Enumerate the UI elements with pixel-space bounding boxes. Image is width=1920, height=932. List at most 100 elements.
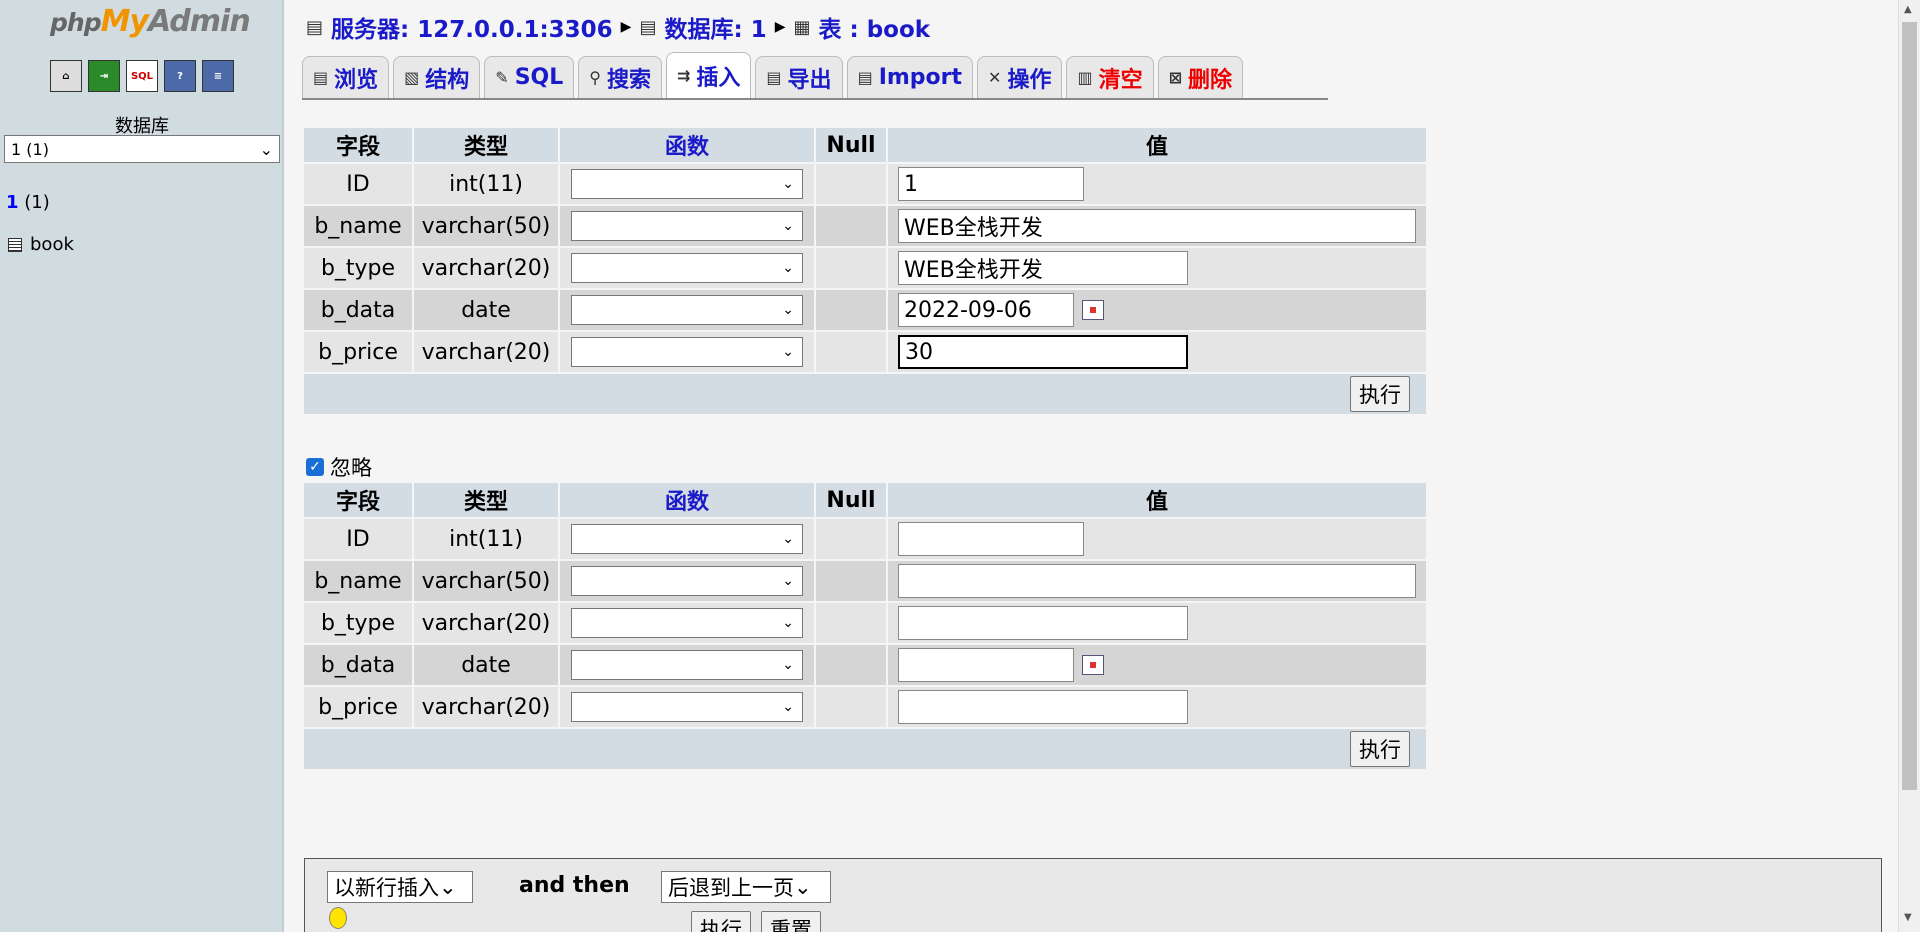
help-icon[interactable]: ? <box>164 60 196 92</box>
calendar-icon[interactable] <box>1082 300 1104 320</box>
table-row: b_price varchar(20) ⌄ <box>302 685 1428 729</box>
breadcrumb-database[interactable]: 数据库: 1 <box>664 10 766 44</box>
lightbulb-icon <box>329 907 347 929</box>
execute-button[interactable]: 执行 <box>1350 731 1410 767</box>
column-header-type: 类型 <box>412 481 560 519</box>
table-row: b_data date ⌄ 2022-09-06 <box>302 288 1428 332</box>
value-input-id[interactable] <box>898 522 1084 556</box>
database-link[interactable]: 1 (1) <box>6 192 50 213</box>
go-button[interactable]: 执行 <box>691 911 751 932</box>
value-input-b-price[interactable]: 30 <box>898 335 1188 369</box>
scrollbar-thumb[interactable] <box>1902 22 1917 790</box>
column-header-field: 字段 <box>302 481 414 519</box>
vertical-scrollbar[interactable]: ▲ ▼ <box>1898 0 1920 932</box>
insert-icon: ⇉ <box>677 66 691 85</box>
function-select[interactable]: ⌄ <box>571 169 803 199</box>
function-select[interactable]: ⌄ <box>571 253 803 283</box>
sidebar-item-book[interactable]: book <box>8 234 74 255</box>
function-select[interactable]: ⌄ <box>571 608 803 638</box>
column-header-type: 类型 <box>412 126 560 164</box>
value-input-b-name[interactable] <box>898 564 1416 598</box>
tab-export[interactable]: ▤ 导出 <box>755 56 843 98</box>
chevron-down-icon: ⌄ <box>259 139 273 159</box>
value-input-id[interactable]: 1 <box>898 167 1084 201</box>
null-cell <box>814 601 888 645</box>
ignore-checkbox[interactable]: ✓ 忽略 <box>306 452 372 482</box>
table-row: b_name varchar(50) ⌄ <box>302 559 1428 603</box>
value-input-b-price[interactable] <box>898 690 1188 724</box>
function-select[interactable]: ⌄ <box>571 337 803 367</box>
value-input-b-name[interactable]: WEB全栈开发 <box>898 209 1416 243</box>
chevron-down-icon: ⌄ <box>439 875 457 899</box>
and-then-label: and then <box>519 873 630 898</box>
tab-empty[interactable]: ▥ 清空 <box>1066 56 1154 98</box>
sql-icon: ✎ <box>495 68 509 87</box>
browse-icon: ▤ <box>313 68 329 87</box>
null-cell <box>814 204 888 248</box>
column-header-function[interactable]: 函数 <box>558 126 816 164</box>
database-icon: ▤ <box>639 16 657 38</box>
search-icon: ⚲ <box>589 68 601 87</box>
chevron-down-icon: ⌄ <box>782 260 794 276</box>
chevron-down-icon: ⌄ <box>794 875 812 899</box>
breadcrumb-table[interactable]: 表 : book <box>818 10 930 44</box>
tab-sql[interactable]: ✎ SQL <box>484 56 575 98</box>
function-select[interactable]: ⌄ <box>571 566 803 596</box>
tab-search[interactable]: ⚲ 搜索 <box>578 56 662 98</box>
breadcrumb-server[interactable]: 服务器: 127.0.0.1:3306 <box>331 10 613 44</box>
insert-options-panel: 以新行插入 ⌄ and then 后退到上一页 ⌄ 执行 重置 <box>304 858 1882 932</box>
ignore-label: 忽略 <box>330 456 372 480</box>
column-header-function[interactable]: 函数 <box>558 481 816 519</box>
field-name: ID <box>302 517 414 561</box>
null-cell <box>814 517 888 561</box>
value-input-b-type[interactable] <box>898 606 1188 640</box>
field-name: b_data <box>302 643 414 687</box>
function-select[interactable]: ⌄ <box>571 692 803 722</box>
value-input-b-type[interactable]: WEB全栈开发 <box>898 251 1188 285</box>
tab-drop[interactable]: ⊠ 删除 <box>1157 56 1244 98</box>
tab-import[interactable]: ▤ Import <box>846 56 974 98</box>
chevron-down-icon: ⌄ <box>782 176 794 192</box>
tab-insert[interactable]: ⇉ 插入 <box>666 52 752 98</box>
chevron-down-icon: ⌄ <box>782 302 794 318</box>
sql-icon[interactable]: SQL <box>126 60 158 92</box>
home-icon[interactable]: ⌂ <box>50 60 82 92</box>
tab-structure[interactable]: ▧ 结构 <box>393 56 481 98</box>
execute-button[interactable]: 执行 <box>1350 376 1410 412</box>
sidebar: phpMyAdmin ⌂ ⇥ SQL ? ≡ 数据库 1 (1) ⌄ 1 (1) … <box>0 0 284 932</box>
insert-mode-select[interactable]: 以新行插入 ⌄ <box>327 871 473 903</box>
database-select[interactable]: 1 (1) ⌄ <box>4 135 280 163</box>
export-icon: ▤ <box>766 68 782 87</box>
function-select[interactable]: ⌄ <box>571 524 803 554</box>
chevron-down-icon: ⌄ <box>782 657 794 673</box>
phpmyadmin-logo[interactable]: phpMyAdmin <box>50 4 251 39</box>
null-cell <box>814 246 888 290</box>
scroll-down-icon[interactable]: ▼ <box>1904 912 1912 923</box>
header-row: 字段 类型 函数 Null 值 <box>302 126 1428 164</box>
sql-query-icon[interactable]: ≡ <box>202 60 234 92</box>
tab-browse[interactable]: ▤ 浏览 <box>302 56 390 98</box>
empty-icon: ▥ <box>1077 68 1093 87</box>
breadcrumb: ▤ 服务器: 127.0.0.1:3306 ▶ ▤ 数据库: 1 ▶ ▦ 表 :… <box>306 10 930 44</box>
field-type: date <box>412 643 560 687</box>
table-row: b_data date ⌄ <box>302 643 1428 687</box>
reset-button[interactable]: 重置 <box>761 911 821 932</box>
function-select[interactable]: ⌄ <box>571 295 803 325</box>
field-type: int(11) <box>412 517 560 561</box>
tab-operations[interactable]: ✕ 操作 <box>977 56 1063 98</box>
export-icon[interactable]: ⇥ <box>88 60 120 92</box>
operations-icon: ✕ <box>988 68 1002 87</box>
value-input-b-data[interactable] <box>898 648 1074 682</box>
after-insert-select[interactable]: 后退到上一页 ⌄ <box>661 871 831 903</box>
function-select[interactable]: ⌄ <box>571 650 803 680</box>
value-input-b-data[interactable]: 2022-09-06 <box>898 293 1074 327</box>
field-type: varchar(20) <box>412 685 560 729</box>
field-name: ID <box>302 162 414 206</box>
scroll-up-icon[interactable]: ▲ <box>1904 4 1912 15</box>
calendar-icon[interactable] <box>1082 655 1104 675</box>
sidebar-toolbar: ⌂ ⇥ SQL ? ≡ <box>50 60 234 92</box>
table-row: b_name varchar(50) ⌄ WEB全栈开发 <box>302 204 1428 248</box>
function-select[interactable]: ⌄ <box>571 211 803 241</box>
checkmark-icon: ✓ <box>306 458 324 476</box>
breadcrumb-separator-icon: ▶ <box>774 19 786 35</box>
